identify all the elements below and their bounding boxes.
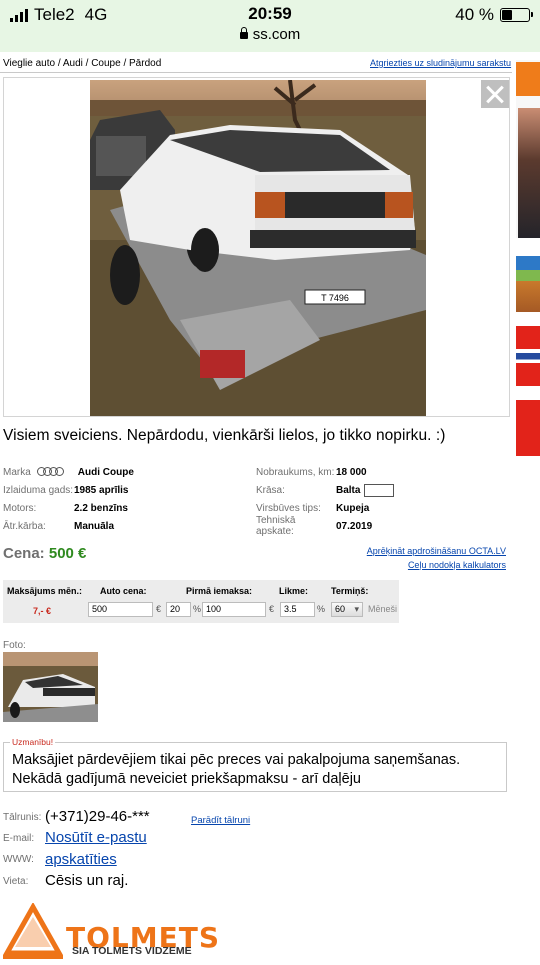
send-email-link[interactable]: Nosūtīt e-pastu [45,829,147,846]
currency-symbol: € [269,604,275,614]
show-phone-link[interactable]: Parādīt tālruni [191,815,250,826]
side-ads[interactable] [514,60,540,490]
email-label: E-mail: [3,833,35,844]
price-value: 500 € [48,545,87,562]
spec-row-inspection: Tehniskā apskate: 07.2019 [256,515,394,537]
location-label: Vieta: [3,876,29,887]
audi-rings-icon [35,467,64,477]
battery-percent: 40 % [455,5,494,24]
car-price-input[interactable]: 500 [88,602,153,617]
main-photo-frame: T 7496 [3,77,510,417]
lock-icon [239,27,248,39]
spec-label: Motors: [3,502,37,514]
spec-label: Izlaiduma gads: [3,484,74,496]
ad-banner-3[interactable] [516,326,540,386]
url-text: ss.com [252,26,301,43]
spec-value: Audi Coupe [77,466,134,478]
currency-symbol: € [156,604,162,614]
monthly-payment-value: 7,- € [33,606,52,616]
term-select[interactable]: 60 [331,602,363,617]
spec-value: Manuāla [74,520,115,532]
close-photo-button[interactable] [481,80,509,108]
ad-banner-4[interactable] [516,400,540,456]
website-link[interactable]: apskatīties [45,851,117,868]
term-header: Termiņš: [331,586,369,596]
battery-icon [500,8,533,22]
www-label: WWW: [3,854,34,865]
term-unit: Mēneši [368,604,398,614]
spec-row-mileage: Nobraukums, km: 18 000 [256,463,394,481]
rate-input[interactable]: 3.5 [280,602,315,617]
spec-row-year: Izlaiduma gads: 1985 aprīlis [3,481,134,499]
spec-label: Nobraukums, km: [256,466,335,478]
ad-description: Visiem sveiciens. Nepārdodu, vienkārši l… [3,427,446,444]
spec-row-make: Marka Audi Coupe [3,463,134,481]
spec-row-engine: Motors: 2.2 benzīns [3,499,134,517]
price-header: Auto cena: [100,586,147,596]
percent-symbol: % [193,604,202,614]
spec-row-color: Krāsa: Balta [256,481,395,499]
price: Cena: 500 € [3,545,86,562]
phone-label: Tālrunis: [3,812,42,823]
percent-symbol: % [317,604,326,614]
spec-value: Balta [336,484,361,496]
spec-value: 18 000 [336,466,367,478]
spec-value: Kupeja [336,502,370,514]
back-to-list-link[interactable]: Atgriezties uz sludinājumu sarakstu [370,58,511,68]
photo-thumbnail[interactable] [3,652,98,722]
spec-label: Krāsa: [256,484,285,496]
spec-label: Virsbūves tips: [256,502,321,514]
warning-text: Maksājiet pārdevējiem tikai pēc preces v… [12,752,461,787]
spec-value: 1985 aprīlis [74,484,129,496]
road-tax-link[interactable]: Ceļu nodokļa kalkulators [367,558,506,572]
breadcrumb[interactable]: Vieglie auto / Audi / Coupe / Pārdod [3,58,161,69]
specs-right: Nobraukums, km: 18 000 Krāsa: Balta Virsbū… [256,463,395,537]
first-payment-percent-input[interactable]: 20 [166,602,191,617]
spec-row-gearbox: Ātr.kārba: Manuāla [3,517,134,535]
color-swatch [364,483,395,497]
spec-label: Tehniskā apskate: [256,515,296,537]
svg-text:T 7496: T 7496 [321,293,349,303]
specs-left: Marka Audi Coupe Izlaiduma gads: 1985 aprī… [3,463,134,535]
spec-label: Marka [3,466,31,478]
first-payment-input[interactable]: 100 [202,602,266,617]
spec-label: Ātr.kārba: [3,520,46,532]
address-bar[interactable]: ss.com [0,26,540,43]
phone-value: (+371)29-46-*** [45,808,150,825]
spec-value: 2.2 benzīns [74,502,128,514]
warning-label: Uzmanību! [10,737,56,747]
calculator-links: Aprēķināt apdrošināšanu OCTA.LV Ceļu nod… [367,544,506,572]
photos-label: Foto: [3,640,26,651]
ad-banner-1[interactable] [516,60,540,238]
leasing-calculator: Maksājums mēn.: Auto cena: Pirmā iemaksa… [3,580,399,623]
rate-header: Likme: [279,586,309,596]
first-payment-header: Pirmā iemaksa: [186,586,253,596]
insurance-link[interactable]: Aprēķināt apdrošināšanu OCTA.LV [367,544,506,558]
battery-info: 40 % [455,5,533,25]
status-bar: Tele2 4G 20:59 ss.com 40 % [0,0,540,52]
ad-banner-2[interactable] [516,256,540,312]
spec-value: 07.2019 [336,520,373,532]
price-label: Cena: [3,545,45,562]
location-value: Cēsis un raj. [45,872,129,889]
divider [0,72,512,73]
dealer-subtitle: SIA TOLMETS VIDZEME [72,945,192,957]
phone-number: (+371)29-46-*** [45,808,150,825]
monthly-header: Maksājums mēn.: [7,586,83,596]
main-photo[interactable]: T 7496 [90,80,426,416]
